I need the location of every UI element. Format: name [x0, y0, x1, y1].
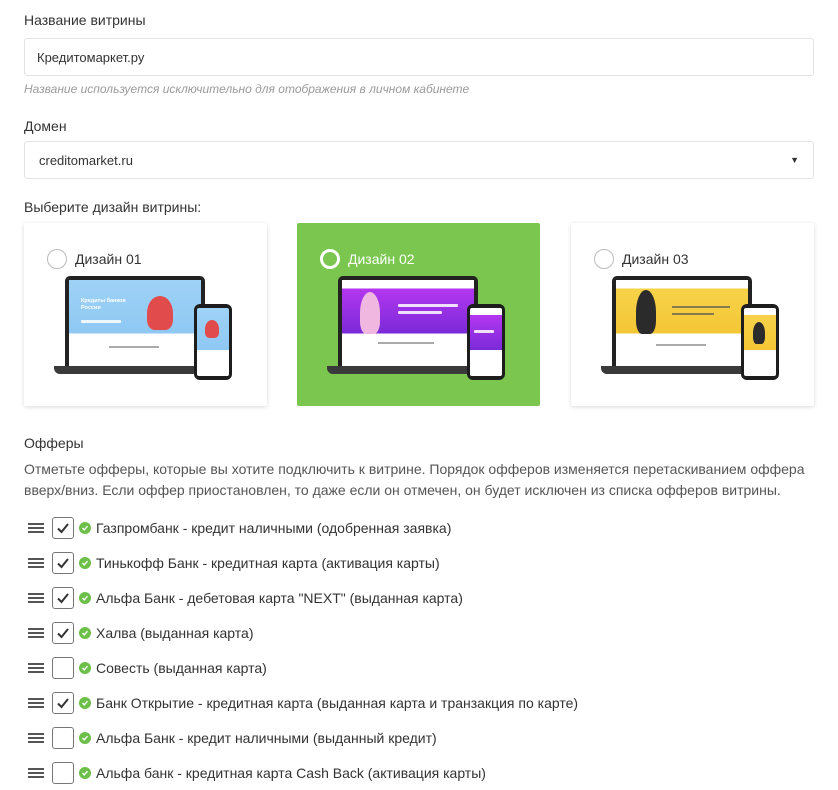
design-03-title: Дизайн 03 [622, 251, 689, 267]
offer-label: Совесть (выданная карта) [96, 660, 267, 676]
offer-item[interactable]: Тинькофф Банк - кредитная карта (активац… [28, 551, 788, 575]
design-label: Выберите дизайн витрины: [24, 199, 202, 215]
showcase-name-hint: Название используется исключительно для … [24, 82, 470, 96]
laptop-base [54, 366, 216, 374]
preview-hero-text: Кредиты банков России [81, 298, 126, 311]
offer-item[interactable]: Газпромбанк - кредит наличными (одобренн… [28, 516, 788, 540]
offer-label: Халва (выданная карта) [96, 625, 254, 641]
design-03-preview [601, 276, 781, 382]
drag-handle-icon[interactable] [28, 698, 44, 708]
offer-checkbox[interactable] [52, 692, 74, 714]
design-card-01[interactable]: Дизайн 01 Кредиты банков России [24, 223, 267, 406]
status-check-icon [79, 557, 91, 569]
status-check-icon [79, 767, 91, 779]
domain-selected-value: creditomarket.ru [39, 152, 133, 168]
offer-item[interactable]: Халва (выданная карта) [28, 621, 788, 645]
design-03-radio[interactable] [594, 249, 614, 269]
offer-item[interactable]: Альфа Банк - дебетовая карта "NEXT" (выд… [28, 586, 788, 610]
status-check-icon [79, 697, 91, 709]
offers-title: Офферы [24, 435, 84, 451]
offer-label: Альфа банк - кредитная карта Cash Back (… [96, 765, 486, 781]
offer-label: Тинькофф Банк - кредитная карта (активац… [96, 555, 440, 571]
phone-mockup [194, 304, 232, 380]
drag-handle-icon[interactable] [28, 768, 44, 778]
laptop-base [327, 366, 489, 374]
offer-checkbox[interactable] [52, 727, 74, 749]
status-check-icon [79, 662, 91, 674]
design-02-title: Дизайн 02 [348, 251, 415, 267]
offer-item[interactable]: Альфа Банк - кредит наличными (выданный … [28, 726, 788, 750]
showcase-name-input[interactable] [24, 38, 814, 76]
laptop-base [601, 366, 763, 374]
offer-item[interactable]: Банк Открытие - кредитная карта (выданна… [28, 691, 788, 715]
laptop-mockup: Кредиты банков России [65, 276, 205, 366]
offer-checkbox[interactable] [52, 657, 74, 679]
phone-mockup [741, 304, 779, 380]
status-check-icon [79, 627, 91, 639]
offer-checkbox[interactable] [52, 762, 74, 784]
status-check-icon [79, 592, 91, 604]
offer-checkbox[interactable] [52, 517, 74, 539]
drag-handle-icon[interactable] [28, 628, 44, 638]
domain-select[interactable]: creditomarket.ru ▼ [24, 141, 814, 179]
design-01-title: Дизайн 01 [75, 251, 142, 267]
design-02-radio[interactable] [320, 249, 340, 269]
design-02-preview [327, 276, 507, 382]
drag-handle-icon[interactable] [28, 558, 44, 568]
design-01-preview: Кредиты банков России [54, 276, 234, 382]
design-card-02[interactable]: Дизайн 02 [297, 223, 540, 406]
offer-item[interactable]: Совесть (выданная карта) [28, 656, 788, 680]
domain-label: Домен [24, 118, 67, 134]
offer-label: Газпромбанк - кредит наличными (одобренн… [96, 520, 452, 536]
offer-label: Альфа Банк - кредит наличными (выданный … [96, 730, 437, 746]
offer-checkbox[interactable] [52, 622, 74, 644]
showcase-name-label: Название витрины [24, 12, 146, 28]
design-card-03[interactable]: Дизайн 03 [571, 223, 814, 406]
laptop-mockup [338, 276, 478, 366]
laptop-mockup [612, 276, 752, 366]
drag-handle-icon[interactable] [28, 663, 44, 673]
drag-handle-icon[interactable] [28, 523, 44, 533]
drag-handle-icon[interactable] [28, 593, 44, 603]
offers-description: Отметьте офферы, которые вы хотите подкл… [24, 461, 805, 498]
design-01-radio[interactable] [47, 249, 67, 269]
offer-label: Альфа Банк - дебетовая карта "NEXT" (выд… [96, 590, 463, 606]
status-check-icon [79, 522, 91, 534]
status-check-icon [79, 732, 91, 744]
dropdown-arrow-icon: ▼ [790, 155, 799, 165]
offer-label: Банк Открытие - кредитная карта (выданна… [96, 695, 579, 711]
offer-checkbox[interactable] [52, 587, 74, 609]
offer-checkbox[interactable] [52, 552, 74, 574]
phone-mockup [467, 304, 505, 380]
drag-handle-icon[interactable] [28, 733, 44, 743]
offer-item[interactable]: Альфа банк - кредитная карта Cash Back (… [28, 761, 788, 785]
